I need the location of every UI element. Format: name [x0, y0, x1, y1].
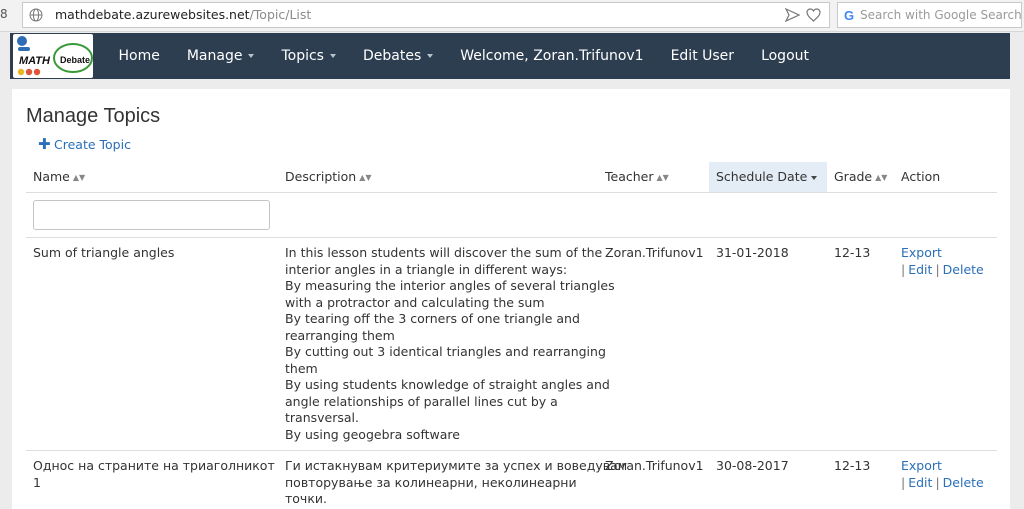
description-line: with a protractor and calculating the su… [285, 294, 545, 310]
topic-grade: 12-13 [834, 458, 871, 473]
column-header-grade[interactable]: Grade ▲▼ [834, 162, 894, 192]
browser-edge-glyph: 8 [0, 7, 8, 21]
description-line: interior angles in a triangle in differe… [285, 261, 568, 277]
logo-debate-text: Debate [60, 55, 90, 65]
search-placeholder: Search with Google Search [860, 8, 1022, 22]
caret-down-icon [427, 54, 434, 58]
name-filter-input[interactable] [33, 200, 270, 230]
nav-item-logout[interactable]: Logout [748, 33, 823, 79]
topic-description: In this lesson students will discover th… [285, 245, 615, 443]
edit-link[interactable]: Edit [908, 262, 932, 277]
row-divider [26, 450, 997, 451]
column-header-name[interactable]: Name ▲▼ [33, 162, 273, 192]
description-line: them [285, 360, 318, 376]
description-line: By using students knowledge of straight … [285, 377, 610, 392]
delete-link[interactable]: Delete [943, 475, 984, 490]
sort-desc-icon [811, 175, 818, 180]
nav-item-topics[interactable]: Topics [268, 33, 350, 79]
topic-grade: 12-13 [834, 245, 871, 260]
topic-teacher: Zoran.Trifunov1 [605, 458, 704, 473]
column-header-description[interactable]: Description ▲▼ [285, 162, 585, 192]
topic-name: Sum of triangle angles [33, 245, 175, 260]
caret-down-icon [248, 54, 255, 58]
topic-actions: Export | Edit | Delete [901, 458, 1001, 491]
nav-item-welcome[interactable]: Welcome, Zoran.Trifunov1 [447, 33, 657, 79]
nav-item-home[interactable]: Home [105, 33, 173, 79]
description-line: In this lesson students will discover th… [285, 245, 603, 260]
sort-icon: ▲▼ [875, 173, 888, 182]
column-header-schedule-date[interactable]: Schedule Date [709, 162, 827, 192]
header-divider [26, 192, 997, 193]
edit-link[interactable]: Edit [908, 475, 932, 490]
action-separator: | [935, 261, 940, 277]
browser-toolbar: 8 mathdebate.azurewebsites.net/Topic/Lis… [0, 0, 1024, 32]
description-line: angle relationships of parallel lines cu… [285, 393, 558, 409]
sort-icon: ▲▼ [72, 173, 86, 182]
nav-item-manage[interactable]: Manage [173, 33, 268, 79]
topic-name: Однос на страните на триаголникот 1 [33, 458, 275, 490]
url-host: mathdebate.azurewebsites.net [55, 7, 250, 22]
delete-link[interactable]: Delete [943, 262, 984, 277]
nav-item-debates[interactable]: Debates [349, 33, 446, 79]
description-line: By using geogebra software [285, 426, 460, 442]
nav-item-edit-user[interactable]: Edit User [657, 33, 747, 79]
description-line: повторување за колинеарни, неколинеарни [285, 474, 577, 490]
logo-math-text: MATH [19, 55, 51, 67]
math-debate-logo[interactable]: MATH Debate [13, 34, 93, 78]
topic-description: Ги истакнувам критериумите за успех и во… [285, 458, 628, 508]
row-divider [26, 237, 997, 238]
create-topic-link[interactable]: ✚ Create Topic [38, 135, 131, 153]
description-line: By tearing off the 3 corners of one tria… [285, 311, 580, 326]
send-icon[interactable] [785, 8, 800, 22]
description-line: transversal. [285, 410, 359, 425]
plus-icon: ✚ [38, 135, 51, 153]
main-navbar: MATH Debate Home Manage Topics Debates Welco… [10, 33, 1010, 79]
browser-search-box[interactable]: G Search with Google Search [837, 2, 1022, 28]
globe-icon [29, 8, 43, 22]
description-line: Ги истакнувам критериумите за успех и во… [285, 458, 628, 473]
description-line: rearranging them [285, 327, 395, 343]
topic-schedule-date: 30-08-2017 [716, 458, 789, 473]
column-header-teacher[interactable]: Teacher ▲▼ [605, 162, 705, 192]
column-header-action: Action [901, 169, 941, 184]
heart-icon[interactable] [806, 8, 821, 22]
content-panel: Manage Topics ✚ Create Topic Name ▲▼ Descr… [12, 89, 1010, 509]
caret-down-icon [329, 54, 336, 58]
description-line: By measuring the interior angles of seve… [285, 278, 615, 293]
google-icon: G [844, 8, 855, 23]
description-line: точки. [285, 491, 327, 506]
nav-menu: Home Manage Topics Debates Welcome, Zoran.Tr… [105, 33, 823, 79]
topic-schedule-date: 31-01-2018 [716, 245, 789, 260]
url-text: mathdebate.azurewebsites.net/Topic/List [55, 7, 311, 22]
description-line: By cutting out 3 identical triangles and… [285, 344, 606, 359]
address-bar[interactable]: mathdebate.azurewebsites.net/Topic/List [22, 2, 830, 28]
sort-icon: ▲▼ [656, 173, 669, 182]
page-title: Manage Topics [26, 105, 161, 127]
url-path: /Topic/List [249, 7, 312, 22]
export-link[interactable]: Export [901, 458, 942, 473]
sort-icon: ▲▼ [359, 173, 372, 182]
create-topic-label: Create Topic [54, 137, 131, 152]
export-link[interactable]: Export [901, 245, 942, 260]
topic-teacher: Zoran.Trifunov1 [605, 245, 704, 260]
topic-actions: Export | Edit | Delete [901, 245, 1001, 278]
action-separator: | [935, 474, 940, 490]
